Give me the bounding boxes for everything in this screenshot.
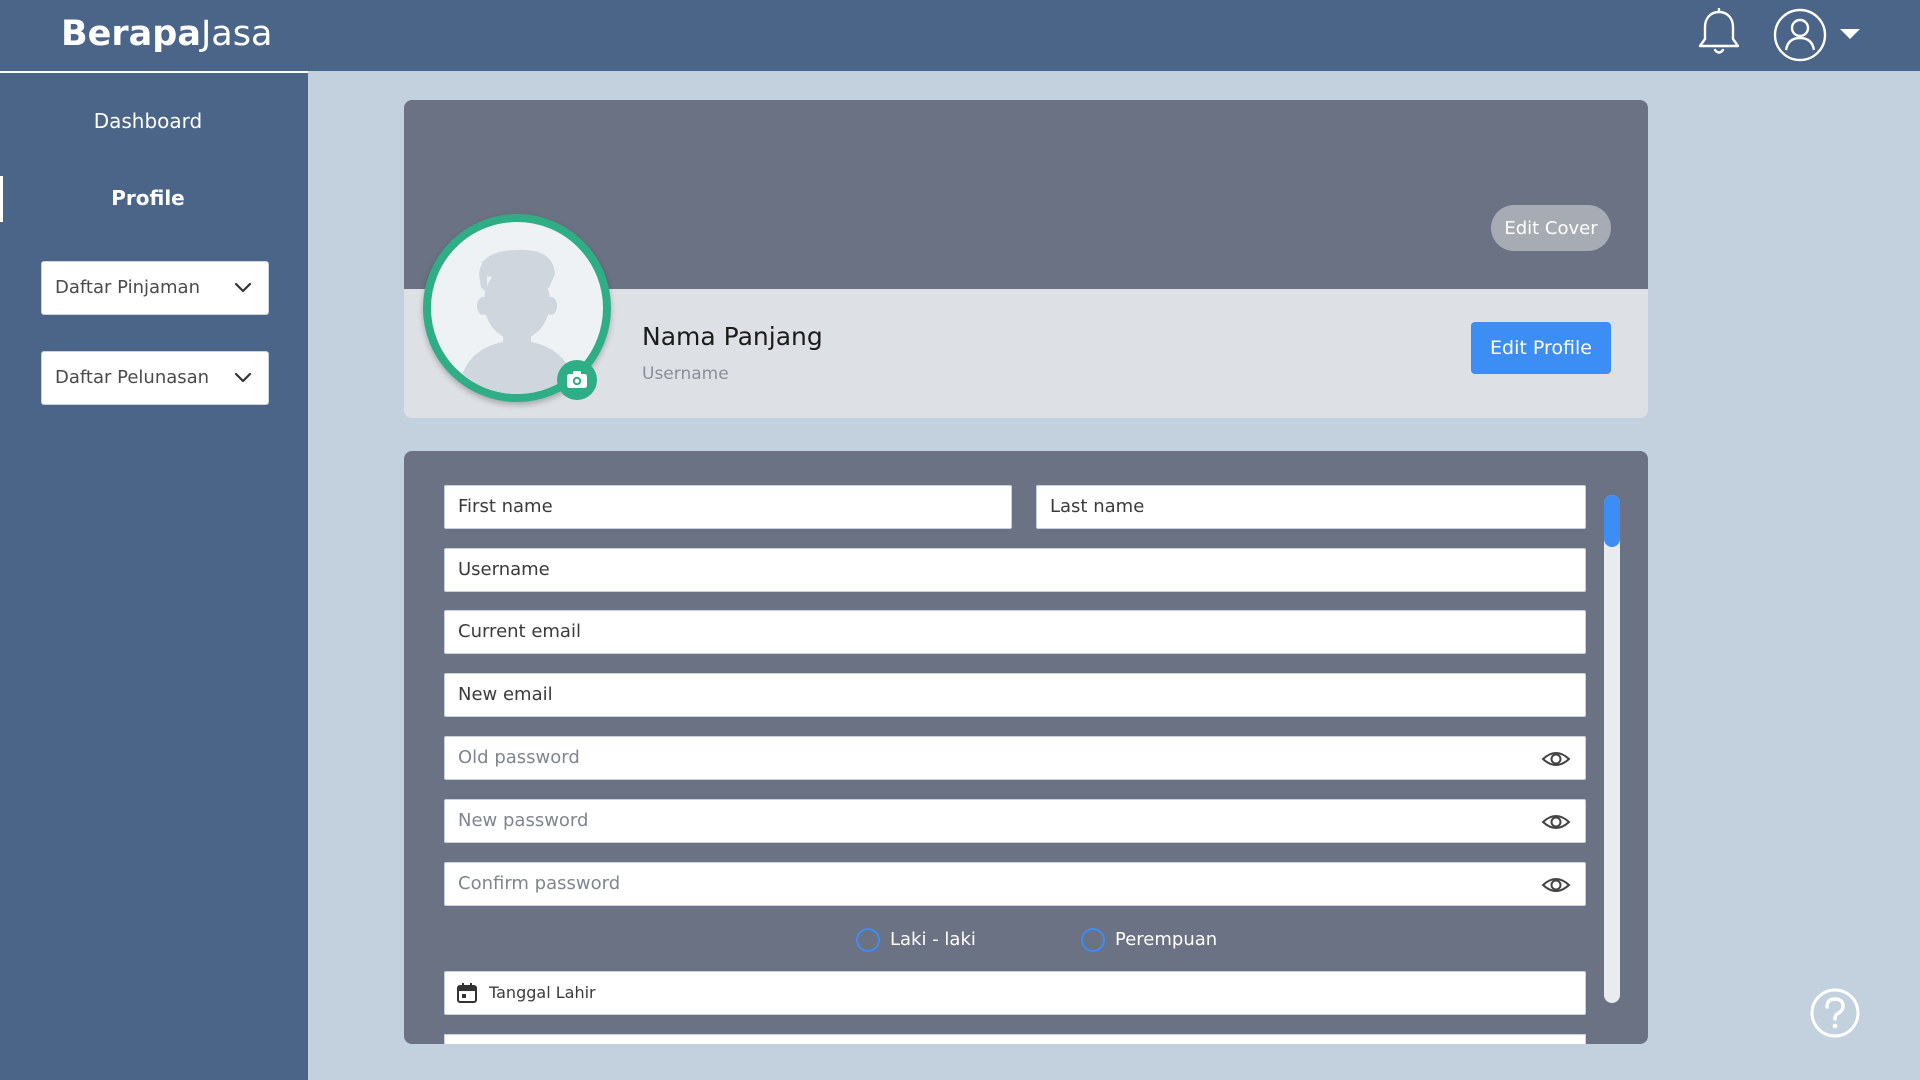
chevron-down-icon	[234, 372, 252, 383]
radio-circle[interactable]	[1081, 928, 1105, 952]
dropdown-label: Daftar Pinjaman	[55, 277, 200, 298]
dropdown-daftar-pinjaman[interactable]: Daftar Pinjaman	[41, 261, 269, 315]
caret-down-icon[interactable]	[1838, 26, 1862, 42]
confirm-password-input[interactable]: Confirm password	[444, 862, 1586, 906]
brand-logo[interactable]: BerapaJasa	[61, 14, 272, 54]
last-name-input[interactable]: Last name	[1036, 485, 1586, 529]
bell-icon[interactable]	[1696, 8, 1742, 58]
sidebar: Dashboard Profile Daftar Pinjaman Daftar…	[0, 71, 308, 1080]
new-password-input[interactable]: New password	[444, 799, 1586, 843]
next-input-partial[interactable]	[444, 1034, 1586, 1044]
last-name-placeholder: Last name	[1050, 496, 1145, 517]
camera-icon	[567, 371, 587, 388]
new-email-input[interactable]: New email	[444, 673, 1586, 717]
radio-label: Perempuan	[1115, 929, 1218, 950]
username-input[interactable]: Username	[444, 548, 1586, 592]
eye-icon[interactable]	[1541, 873, 1571, 897]
birth-date-input[interactable]: Tanggal Lahir	[444, 971, 1586, 1015]
new-email-placeholder: New email	[458, 684, 553, 705]
sidebar-item-profile[interactable]: Profile	[0, 186, 302, 210]
form-scrollbar[interactable]	[1604, 495, 1620, 1003]
current-email-placeholder: Current email	[458, 621, 581, 642]
username-placeholder: Username	[458, 559, 550, 580]
eye-icon[interactable]	[1541, 810, 1571, 834]
help-icon[interactable]	[1809, 987, 1861, 1039]
scrollbar-thumb[interactable]	[1604, 495, 1620, 547]
avatar	[423, 214, 611, 402]
edit-cover-button[interactable]: Edit Cover	[1491, 205, 1611, 251]
gender-radio-group: Laki - laki Perempuan	[404, 925, 1648, 955]
calendar-icon	[457, 983, 477, 1003]
first-name-placeholder: First name	[458, 496, 553, 517]
brand-regular: Jasa	[200, 14, 273, 54]
dropdown-daftar-pelunasan[interactable]: Daftar Pelunasan	[41, 351, 269, 405]
radio-circle[interactable]	[856, 928, 880, 952]
old-password-placeholder: Old password	[458, 747, 580, 768]
radio-label: Laki - laki	[890, 929, 976, 950]
chevron-down-icon	[234, 282, 252, 293]
profile-form: First name Last name Username Current em…	[404, 451, 1648, 1044]
new-password-placeholder: New password	[458, 810, 589, 831]
change-photo-button[interactable]	[557, 360, 597, 400]
birth-date-placeholder: Tanggal Lahir	[489, 983, 596, 1002]
user-circle-icon[interactable]	[1772, 8, 1828, 62]
old-password-input[interactable]: Old password	[444, 736, 1586, 780]
profile-name: Nama Panjang	[642, 322, 823, 351]
top-bar: BerapaJasa	[0, 0, 1920, 71]
edit-profile-button[interactable]: Edit Profile	[1471, 322, 1611, 374]
sidebar-item-dashboard[interactable]: Dashboard	[0, 109, 302, 133]
confirm-password-placeholder: Confirm password	[458, 873, 621, 894]
eye-icon[interactable]	[1541, 747, 1571, 771]
brand-bold: Berapa	[61, 14, 201, 54]
current-email-input[interactable]: Current email	[444, 610, 1586, 654]
first-name-input[interactable]: First name	[444, 485, 1012, 529]
dropdown-label: Daftar Pelunasan	[55, 367, 210, 388]
profile-username: Username	[642, 364, 729, 384]
